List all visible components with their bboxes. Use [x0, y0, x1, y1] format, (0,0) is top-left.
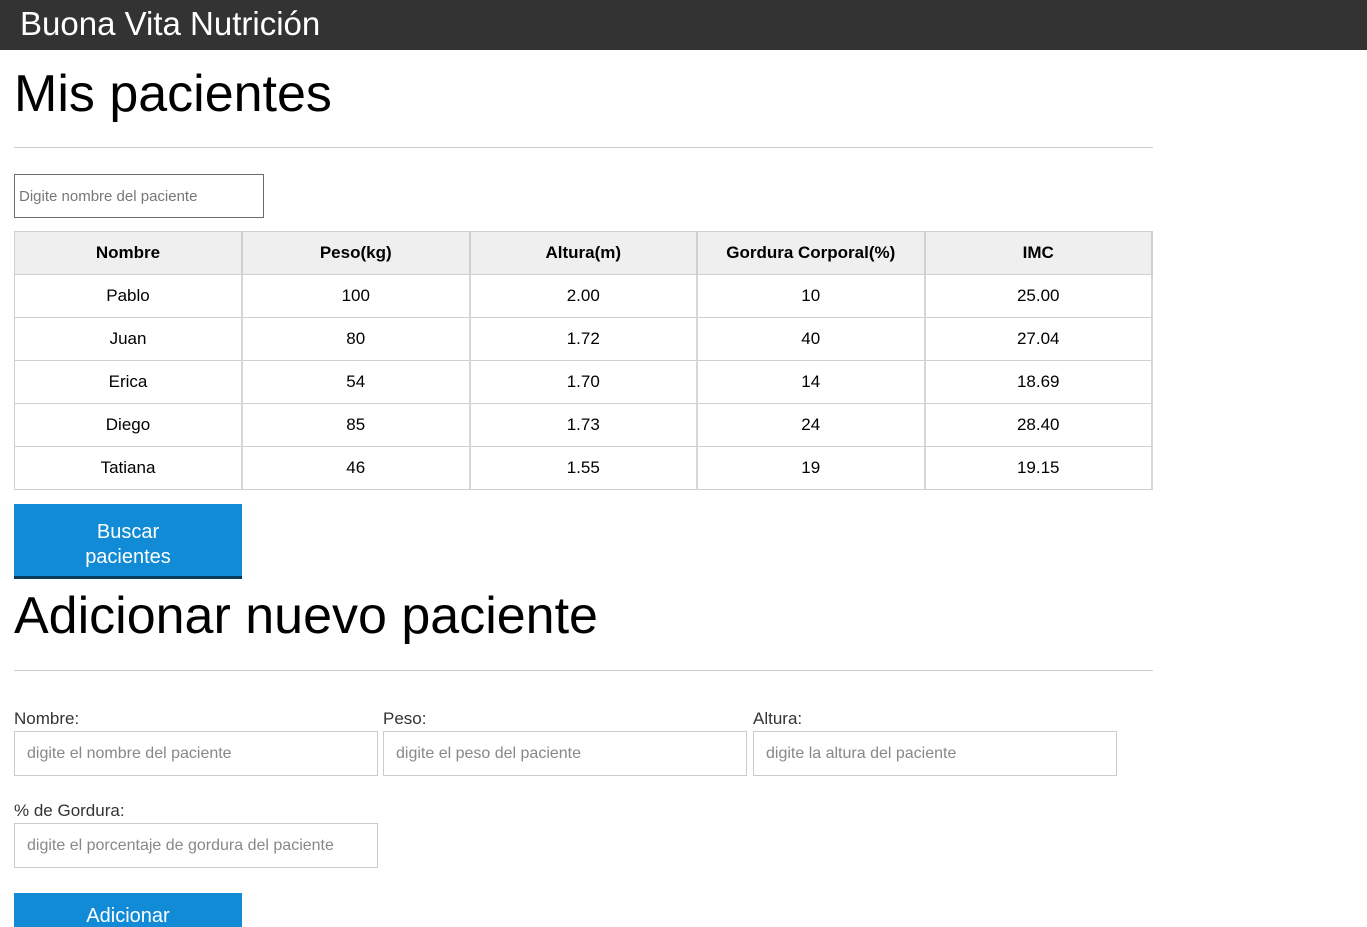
column-header-altura: Altura(m): [469, 231, 698, 275]
nombre-label: Nombre:: [14, 709, 80, 728]
cell-altura: 1.72: [469, 317, 698, 361]
nombre-input[interactable]: [14, 731, 378, 776]
altura-label: Altura:: [753, 709, 803, 728]
cell-gordura: 19: [696, 446, 926, 490]
cell-gordura: 10: [696, 274, 926, 318]
cell-nombre: Juan: [14, 317, 243, 361]
gordura-label: % de Gordura:: [14, 801, 125, 820]
cell-imc: 25.00: [924, 274, 1153, 318]
cell-imc: 19.15: [924, 446, 1153, 490]
column-header-imc: IMC: [924, 231, 1153, 275]
cell-nombre: Pablo: [14, 274, 243, 318]
cell-peso: 80: [241, 317, 471, 361]
table-row[interactable]: Erica 54 1.70 14 18.69: [14, 360, 1153, 404]
table-row[interactable]: Juan 80 1.72 40 27.04: [14, 317, 1153, 361]
add-patient-button[interactable]: Adicionar: [14, 893, 242, 927]
cell-nombre: Tatiana: [14, 446, 243, 490]
cell-altura: 2.00: [469, 274, 698, 318]
search-patients-button[interactable]: Buscar pacientes: [14, 504, 242, 579]
cell-imc: 28.40: [924, 403, 1153, 447]
patients-title: Mis pacientes: [14, 65, 332, 123]
patients-table: Nombre Peso(kg) Altura(m) Gordura Corpor…: [14, 231, 1153, 490]
cell-gordura: 24: [696, 403, 926, 447]
table-row[interactable]: Diego 85 1.73 24 28.40: [14, 403, 1153, 447]
cell-imc: 27.04: [924, 317, 1153, 361]
title-divider: [14, 147, 1153, 148]
patient-filter-input[interactable]: [14, 174, 264, 218]
cell-peso: 54: [241, 360, 471, 404]
cell-altura: 1.73: [469, 403, 698, 447]
peso-label: Peso:: [383, 709, 427, 728]
form-divider: [14, 670, 1153, 671]
cell-nombre: Diego: [14, 403, 243, 447]
table-row[interactable]: Pablo 100 2.00 10 25.00: [14, 274, 1153, 318]
column-header-gordura: Gordura Corporal(%): [696, 231, 926, 275]
column-header-nombre: Nombre: [14, 231, 243, 275]
gordura-input[interactable]: [14, 823, 378, 868]
cell-altura: 1.70: [469, 360, 698, 404]
top-navbar: Buona Vita Nutrición: [0, 0, 1367, 50]
column-header-peso: Peso(kg): [241, 231, 471, 275]
add-patient-title: Adicionar nuevo paciente: [14, 587, 598, 645]
altura-input[interactable]: [753, 731, 1117, 776]
cell-gordura: 14: [696, 360, 926, 404]
cell-altura: 1.55: [469, 446, 698, 490]
cell-peso: 85: [241, 403, 471, 447]
cell-gordura: 40: [696, 317, 926, 361]
cell-imc: 18.69: [924, 360, 1153, 404]
brand-title[interactable]: Buona Vita Nutrición: [20, 4, 320, 44]
table-row[interactable]: Tatiana 46 1.55 19 19.15: [14, 446, 1153, 490]
cell-nombre: Erica: [14, 360, 243, 404]
cell-peso: 100: [241, 274, 471, 318]
table-header-row: Nombre Peso(kg) Altura(m) Gordura Corpor…: [14, 231, 1153, 275]
peso-input[interactable]: [383, 731, 747, 776]
cell-peso: 46: [241, 446, 471, 490]
